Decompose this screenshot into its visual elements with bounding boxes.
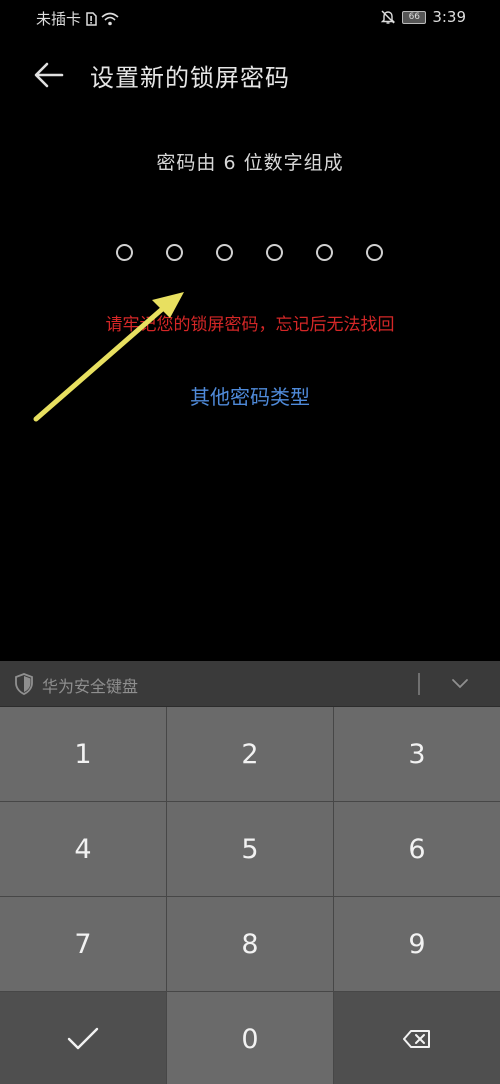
back-arrow-icon[interactable] <box>32 60 66 90</box>
shield-icon <box>15 673 33 695</box>
pin-dots <box>116 244 386 262</box>
status-left: 未插卡 <box>36 8 119 29</box>
pin-dot <box>266 244 283 261</box>
pin-dot <box>366 244 383 261</box>
carrier-text: 未插卡 <box>36 10 82 28</box>
confirm-key[interactable] <box>0 992 166 1084</box>
status-right: 66 3:39 <box>380 8 466 26</box>
clock: 3:39 <box>432 8 466 26</box>
pin-dot <box>166 244 183 261</box>
check-icon <box>67 1027 99 1050</box>
pin-instruction: 密码由 6 位数字组成 <box>156 152 344 174</box>
other-password-types-link[interactable]: 其他密码类型 <box>0 381 500 410</box>
header: 设置新的锁屏密码 <box>0 50 500 100</box>
backspace-key[interactable] <box>334 992 500 1084</box>
key-1[interactable]: 1 <box>0 707 166 801</box>
key-8[interactable]: 8 <box>167 897 333 991</box>
keyboard-name: 华为安全键盘 <box>42 677 139 696</box>
battery-icon: 66 <box>402 10 427 24</box>
key-9[interactable]: 9 <box>334 897 500 991</box>
page-title: 设置新的锁屏密码 <box>90 64 290 92</box>
chevron-down-icon[interactable] <box>450 675 470 691</box>
key-4[interactable]: 4 <box>0 802 166 896</box>
secure-keyboard: 华为安全键盘 1 2 3 4 5 6 7 8 9 0 <box>0 661 500 1084</box>
pin-dot <box>216 244 233 261</box>
sim-icon <box>86 11 97 26</box>
wifi-icon <box>101 12 119 25</box>
key-6[interactable]: 6 <box>334 802 500 896</box>
status-bar: 未插卡 66 3:39 <box>0 0 500 36</box>
key-0[interactable]: 0 <box>167 992 333 1084</box>
warning-text: 请牢记您的锁屏密码，忘记后无法找回 <box>105 315 395 335</box>
keypad: 1 2 3 4 5 6 7 8 9 0 <box>0 707 500 1084</box>
pin-dot <box>316 244 333 261</box>
key-3[interactable]: 3 <box>334 707 500 801</box>
key-7[interactable]: 7 <box>0 897 166 991</box>
backspace-icon <box>403 1030 430 1048</box>
bell-off-icon <box>381 10 396 24</box>
pin-dot <box>116 244 133 261</box>
keyboard-toolbar: 华为安全键盘 <box>0 661 500 707</box>
key-2[interactable]: 2 <box>167 707 333 801</box>
key-5[interactable]: 5 <box>167 802 333 896</box>
toolbar-divider <box>418 673 420 695</box>
